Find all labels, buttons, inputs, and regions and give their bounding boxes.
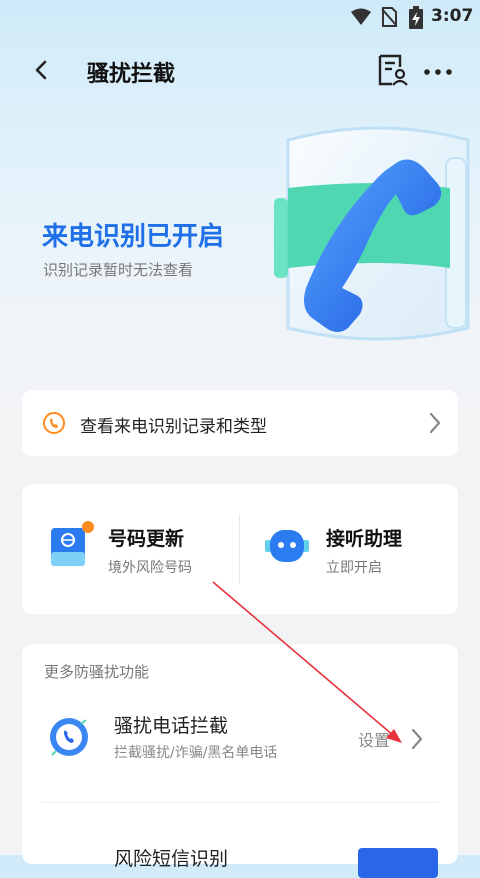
harassing-call-block-row[interactable]: 骚扰电话拦截 拦截骚扰/诈骗/黑名单电话 设置 [22,696,458,796]
battery-charging-icon [409,6,423,29]
phone-shield-illustration [274,126,470,341]
risk-sms-button[interactable] [358,848,438,878]
row-divider [42,802,438,803]
risk-sms-title: 风险短信识别 [114,848,229,870]
records-button[interactable] [375,53,409,87]
chevron-left-icon [35,60,47,80]
robot-assistant-icon [265,530,309,562]
call-records-entry[interactable]: 查看来电识别记录和类型 [22,390,458,456]
hero-subtitle: 识别记录暂时无法查看 [43,261,194,279]
settings-link[interactable]: 设置 [358,727,390,751]
no-sim-icon [381,7,397,27]
call-block-icon [50,718,88,756]
call-records-label: 查看来电识别记录和类型 [80,417,267,437]
back-button[interactable] [28,54,58,86]
call-assistant-title: 接听助理 [326,528,403,550]
document-person-icon [378,54,408,86]
status-time: 3:07 [431,6,474,26]
number-update-icon [51,521,94,566]
wifi-icon [351,8,371,25]
hero-title: 来电识别已开启 [42,222,225,252]
more-options-button[interactable] [420,54,456,86]
number-update-feature[interactable]: 号码更新 境外风险号码 [22,484,240,614]
call-block-desc: 拦截骚扰/诈骗/黑名单电话 [114,745,278,761]
call-assistant-feature[interactable]: 接听助理 立即开启 [240,484,458,614]
call-block-title: 骚扰电话拦截 [114,715,229,737]
chevron-right-icon [429,412,441,434]
number-update-desc: 境外风险号码 [108,560,192,576]
section-title: 更多防骚扰功能 [44,663,150,681]
number-update-title: 号码更新 [108,528,185,550]
call-assistant-desc: 立即开启 [326,560,382,576]
chevron-right-icon [411,728,423,750]
status-bar: 3:07 [0,0,480,34]
more-features-card: 更多防骚扰功能 骚扰电话拦截 拦截骚扰/诈骗/黑名单电话 设置 风险短信识别 [22,644,458,878]
app-header: 骚扰拦截 [0,50,480,90]
page-title: 骚扰拦截 [87,62,176,87]
phone-circle-icon [43,412,65,434]
features-card: 号码更新 境外风险号码 接听助理 立即开启 [22,484,458,614]
more-dots-icon [424,69,452,75]
